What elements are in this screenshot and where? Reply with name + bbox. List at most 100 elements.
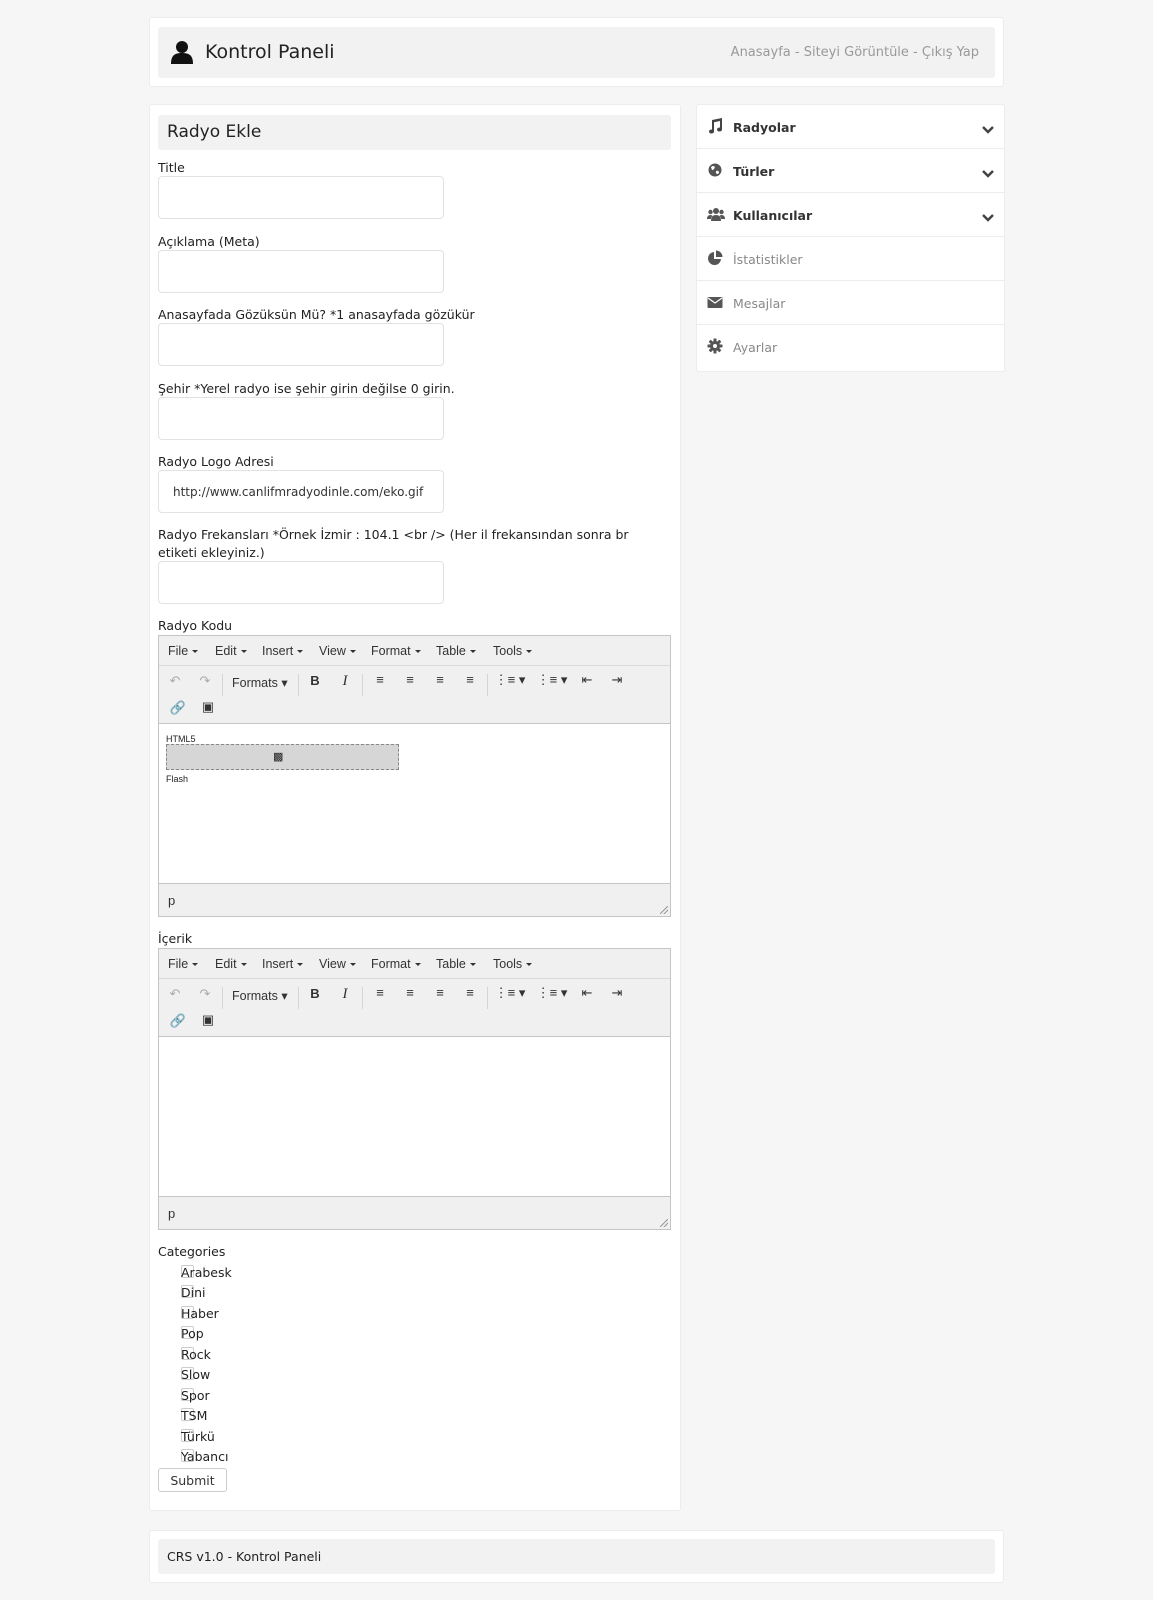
category-option[interactable]: Haber	[158, 1304, 358, 1324]
resize-handle-icon[interactable]	[660, 906, 668, 914]
category-option[interactable]: Pop	[158, 1324, 358, 1344]
menu-format[interactable]: Format	[371, 644, 421, 658]
category-option[interactable]: Slow	[158, 1365, 358, 1385]
menu-tools[interactable]: Tools	[493, 957, 532, 971]
meta-description-input[interactable]	[158, 250, 444, 293]
header-panel: Kontrol Paneli Anasayfa - Siteyi Görüntü…	[149, 17, 1004, 87]
menu-table[interactable]: Table	[436, 957, 476, 971]
nav-logout-link[interactable]: Çıkış Yap	[922, 45, 979, 60]
category-option[interactable]: Spor	[158, 1386, 358, 1406]
image-icon[interactable]: ▣	[197, 1012, 219, 1028]
align-center-icon[interactable]: ≡	[399, 672, 421, 687]
italic-icon[interactable]: I	[334, 986, 356, 1003]
formats-dropdown[interactable]: Formats ▾	[232, 675, 288, 690]
menu-view[interactable]: View	[319, 957, 356, 971]
menu-insert[interactable]: Insert	[262, 644, 303, 658]
resize-handle-icon[interactable]	[660, 1219, 668, 1227]
sidebar: Radyolar Türler Kullanıcılar İstatistikl…	[696, 104, 1005, 372]
app-title: Kontrol Paneli	[205, 41, 335, 63]
image-icon[interactable]: ▣	[197, 699, 219, 715]
media-placeholder[interactable]: ▩	[166, 744, 399, 770]
top-nav: Anasayfa - Siteyi Görüntüle - Çıkış Yap	[731, 45, 979, 60]
homepage-visible-input[interactable]	[158, 323, 444, 366]
categories-label: Categories	[158, 1244, 226, 1259]
link-icon[interactable]: 🔗	[167, 1013, 189, 1029]
undo-icon[interactable]: ↶	[164, 986, 186, 1002]
menu-tools[interactable]: Tools	[493, 644, 532, 658]
editor-statusbar: p	[159, 1197, 670, 1229]
formats-dropdown[interactable]: Formats ▾	[232, 988, 288, 1003]
redo-icon[interactable]: ↷	[194, 986, 216, 1002]
city-input[interactable]	[158, 397, 444, 440]
outdent-icon[interactable]: ⇤	[576, 985, 598, 1001]
menu-view[interactable]: View	[319, 644, 356, 658]
align-center-icon[interactable]: ≡	[399, 985, 421, 1000]
logo-url-label: Radyo Logo Adresi	[158, 454, 274, 469]
menu-format[interactable]: Format	[371, 957, 421, 971]
sidebar-item-kullanicilar[interactable]: Kullanıcılar	[697, 193, 1004, 237]
menu-edit[interactable]: Edit	[215, 957, 247, 971]
sidebar-item-label: Kullanıcılar	[733, 208, 813, 223]
radio-code-editor: File Edit Insert View Format Table Tools…	[158, 635, 671, 917]
element-path[interactable]: p	[168, 1206, 175, 1221]
menu-table[interactable]: Table	[436, 644, 476, 658]
nav-home-link[interactable]: Anasayfa	[731, 45, 791, 60]
gear-icon	[707, 338, 723, 354]
content-html5-text: HTML5	[166, 734, 196, 744]
logo-url-input[interactable]	[158, 470, 444, 513]
menu-file[interactable]: File	[168, 644, 198, 658]
bold-icon[interactable]: B	[304, 986, 326, 1001]
sidebar-item-label: Mesajlar	[733, 296, 786, 311]
content-label: İçerik	[158, 931, 193, 946]
align-justify-icon[interactable]: ≡	[459, 672, 481, 687]
menu-file[interactable]: File	[168, 957, 198, 971]
sidebar-item-turler[interactable]: Türler	[697, 149, 1004, 193]
bullet-list-icon[interactable]: ⋮≡ ▾	[492, 672, 528, 688]
align-right-icon[interactable]: ≡	[429, 985, 451, 1000]
italic-icon[interactable]: I	[334, 673, 356, 690]
nav-view-site-link[interactable]: Siteyi Görüntüle	[804, 45, 909, 60]
numbered-list-icon[interactable]: ⋮≡ ▾	[534, 985, 570, 1001]
category-option[interactable]: Yabancı	[158, 1447, 358, 1467]
footer-panel: CRS v1.0 - Kontrol Paneli	[149, 1530, 1004, 1583]
redo-icon[interactable]: ↷	[194, 673, 216, 689]
sidebar-item-ayarlar[interactable]: Ayarlar	[697, 325, 1004, 369]
sidebar-item-istatistikler[interactable]: İstatistikler	[697, 237, 1004, 281]
sidebar-item-label: Radyolar	[733, 120, 796, 135]
category-option[interactable]: Türkü	[158, 1427, 358, 1447]
category-option[interactable]: Arabesk	[158, 1263, 358, 1283]
title-input[interactable]	[158, 176, 444, 219]
element-path[interactable]: p	[168, 893, 175, 908]
bullet-list-icon[interactable]: ⋮≡ ▾	[492, 985, 528, 1001]
align-left-icon[interactable]: ≡	[369, 672, 391, 687]
link-icon[interactable]: 🔗	[167, 700, 189, 716]
indent-icon[interactable]: ⇥	[606, 985, 628, 1001]
category-option[interactable]: Dini	[158, 1283, 358, 1303]
pie-chart-icon	[707, 250, 723, 266]
indent-icon[interactable]: ⇥	[606, 672, 628, 688]
menu-edit[interactable]: Edit	[215, 644, 247, 658]
undo-icon[interactable]: ↶	[164, 673, 186, 689]
editor-content-area[interactable]	[159, 1037, 670, 1197]
form-heading: Radyo Ekle	[158, 115, 671, 150]
align-left-icon[interactable]: ≡	[369, 985, 391, 1000]
category-option[interactable]: Rock	[158, 1345, 358, 1365]
footer-text: CRS v1.0 - Kontrol Paneli	[158, 1539, 995, 1574]
category-option[interactable]: TSM	[158, 1406, 358, 1426]
frequencies-input[interactable]	[158, 561, 444, 604]
submit-button[interactable]: Submit	[158, 1468, 227, 1492]
align-justify-icon[interactable]: ≡	[459, 985, 481, 1000]
editor-content-area[interactable]: HTML5 ▩ Flash	[159, 724, 670, 884]
sidebar-item-radyolar[interactable]: Radyolar	[697, 105, 1004, 149]
music-icon	[707, 118, 723, 134]
sidebar-item-label: İstatistikler	[733, 252, 803, 267]
radio-code-label: Radyo Kodu	[158, 618, 233, 633]
bold-icon[interactable]: B	[304, 673, 326, 688]
sidebar-item-mesajlar[interactable]: Mesajlar	[697, 281, 1004, 325]
menu-insert[interactable]: Insert	[262, 957, 303, 971]
align-right-icon[interactable]: ≡	[429, 672, 451, 687]
envelope-icon	[707, 294, 723, 310]
main-panel: Radyo Ekle Title Açıklama (Meta) Anasayf…	[149, 104, 681, 1511]
numbered-list-icon[interactable]: ⋮≡ ▾	[534, 672, 570, 688]
outdent-icon[interactable]: ⇤	[576, 672, 598, 688]
